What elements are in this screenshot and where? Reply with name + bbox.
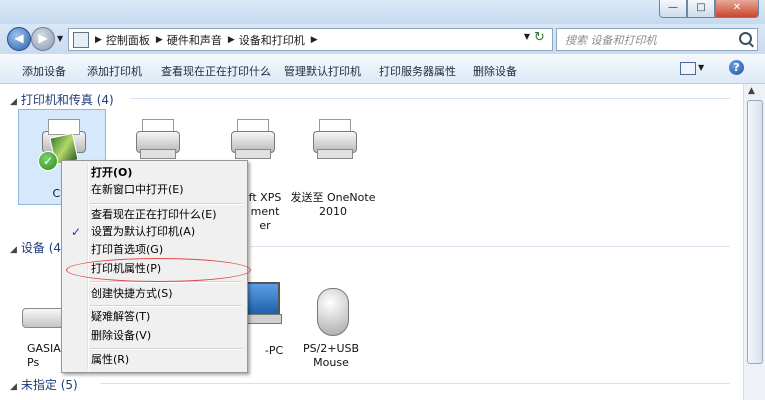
group-divider	[100, 383, 730, 384]
annotation-ellipse	[66, 258, 251, 282]
group-header-printers[interactable]: ◢ 打印机和传真 (4)	[10, 91, 114, 108]
menu-item-set-default[interactable]: ✓ 设置为默认打印机(A)	[65, 223, 244, 241]
printer-icon	[227, 115, 275, 163]
title-bar: — □ ✕	[0, 0, 765, 24]
printer-icon	[132, 115, 180, 163]
remove-device-button[interactable]: 删除设备	[473, 63, 517, 79]
group-divider	[250, 246, 730, 247]
breadcrumb-separator-icon[interactable]: ▶	[228, 35, 235, 45]
collapse-arrow-icon[interactable]: ◢	[10, 382, 17, 392]
window-controls: — □ ✕	[659, 0, 759, 18]
printer-item-onenote[interactable]: 发送至 OneNote 2010	[289, 109, 377, 219]
maximize-button[interactable]: □	[687, 0, 715, 18]
address-bar[interactable]: ▶ 控制面板 ▶ 硬件和声音 ▶ 设备和打印机 ▶ ▼ ↻	[68, 28, 553, 51]
group-header-devices[interactable]: ◢ 设备 (4	[10, 239, 61, 256]
vertical-scrollbar[interactable]: ▲	[743, 84, 765, 400]
group-title: 未指定 (5)	[20, 378, 78, 392]
device-label: PS/2+USB Mouse	[302, 342, 360, 369]
default-printer-check-icon: ✓	[38, 151, 58, 171]
add-printer-button[interactable]: 添加打印机	[87, 63, 142, 79]
device-label: 发送至 OneNote 2010	[290, 191, 376, 218]
group-header-unspecified[interactable]: ◢ 未指定 (5)	[10, 376, 78, 393]
menu-item-open[interactable]: 打开(O)	[65, 164, 244, 182]
device-item-mouse[interactable]: PS/2+USB Mouse	[287, 280, 375, 376]
group-title: 设备 (4	[20, 241, 62, 255]
breadcrumb-separator-icon[interactable]: ▶	[311, 35, 318, 45]
group-title: 打印机和传真 (4)	[20, 93, 114, 107]
search-box[interactable]	[556, 28, 758, 51]
minimize-button[interactable]: —	[659, 0, 687, 18]
address-dropdown-icon[interactable]: ▼	[524, 32, 530, 41]
see-whats-printing-button[interactable]: 查看现在正在打印什么	[161, 63, 271, 79]
search-input[interactable]	[563, 31, 737, 49]
back-button[interactable]: ◀	[7, 27, 31, 51]
change-view-icon[interactable]	[680, 62, 696, 75]
menu-item-open-new-window[interactable]: 在新窗口中打开(E)	[65, 181, 244, 199]
command-bar: 添加设备 添加打印机 查看现在正在打印什么 管理默认打印机 打印服务器属性 删除…	[0, 54, 765, 84]
breadcrumb-hardware-sound[interactable]: 硬件和声音	[167, 32, 222, 48]
menu-item-properties[interactable]: 属性(R)	[65, 351, 244, 369]
menu-item-see-printing[interactable]: 查看现在正在打印什么(E)	[65, 206, 244, 224]
view-options-dropdown-icon[interactable]: ▼	[698, 63, 704, 72]
navigation-bar: ◀ ▶ ▼ ▶ 控制面板 ▶ 硬件和声音 ▶ 设备和打印机 ▶ ▼ ↻	[0, 24, 765, 54]
mouse-icon	[307, 286, 355, 336]
add-device-button[interactable]: 添加设备	[22, 63, 66, 79]
menu-item-troubleshoot[interactable]: 疑难解答(T)	[65, 308, 244, 326]
control-panel-icon	[73, 31, 89, 48]
search-icon[interactable]	[739, 32, 752, 45]
manage-default-printers-button[interactable]: 管理默认打印机	[284, 63, 361, 79]
menu-separator	[90, 348, 242, 350]
check-icon: ✓	[71, 225, 82, 239]
printer-icon	[309, 115, 357, 163]
menu-separator	[90, 305, 242, 307]
close-button[interactable]: ✕	[715, 0, 759, 18]
breadcrumb-devices-printers[interactable]: 设备和打印机	[239, 32, 305, 48]
recent-pages-dropdown[interactable]: ▼	[57, 34, 63, 43]
menu-item-create-shortcut[interactable]: 创建快捷方式(S)	[65, 285, 244, 303]
breadcrumb-separator-icon[interactable]: ▶	[156, 35, 163, 45]
collapse-arrow-icon[interactable]: ◢	[10, 245, 17, 255]
printer-icon: ✓	[38, 115, 86, 171]
breadcrumb-separator-icon[interactable]: ▶	[95, 35, 102, 45]
refresh-icon[interactable]: ↻	[534, 30, 548, 46]
forward-button[interactable]: ▶	[31, 27, 55, 51]
scroll-thumb[interactable]	[747, 100, 763, 364]
breadcrumb-control-panel[interactable]: 控制面板	[106, 32, 150, 48]
group-divider	[130, 98, 730, 99]
help-icon[interactable]: ?	[729, 60, 744, 75]
menu-item-print-preferences[interactable]: 打印首选项(G)	[65, 241, 244, 259]
menu-separator	[90, 203, 242, 205]
print-server-properties-button[interactable]: 打印服务器属性	[379, 63, 456, 79]
menu-item-remove-device[interactable]: 删除设备(V)	[65, 327, 244, 345]
scroll-up-arrow-icon[interactable]: ▲	[748, 86, 755, 96]
collapse-arrow-icon[interactable]: ◢	[10, 97, 17, 107]
